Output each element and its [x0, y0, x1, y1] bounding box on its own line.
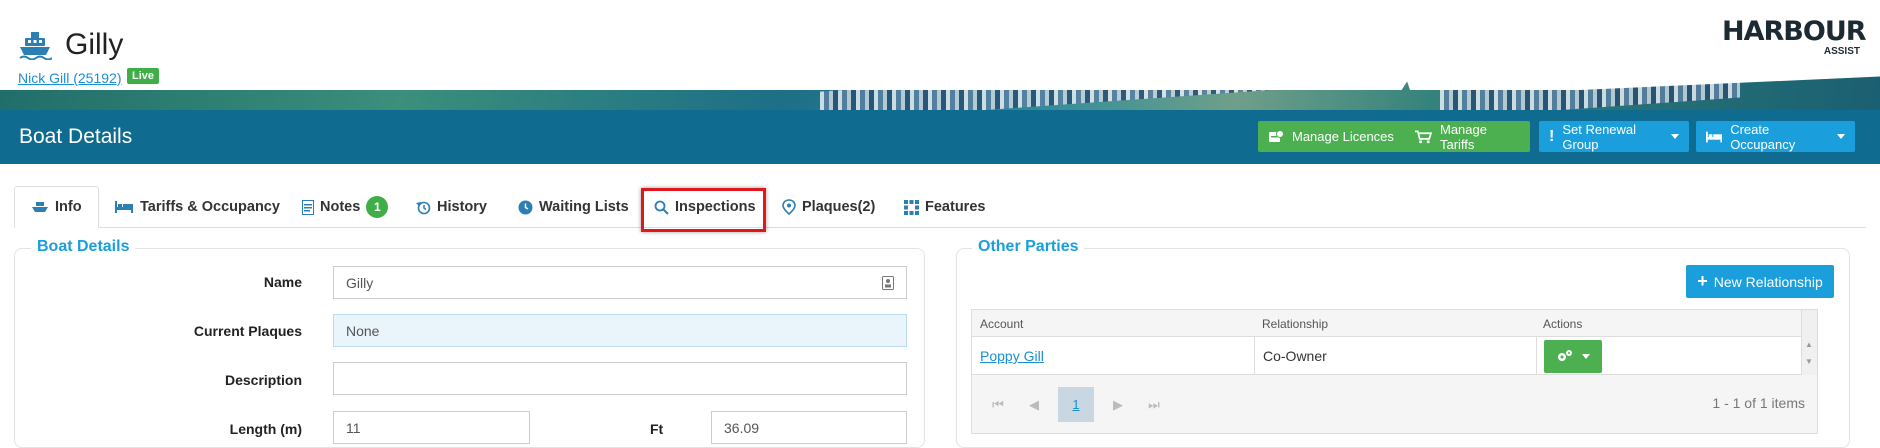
ft-label: Ft: [650, 421, 664, 437]
tab-features[interactable]: Features: [904, 186, 985, 228]
last-page-icon[interactable]: ⏭: [1138, 387, 1170, 422]
name-field[interactable]: Gilly: [333, 266, 907, 299]
status-badge: Live: [127, 68, 160, 84]
boat-icon: [19, 32, 52, 60]
first-page-icon[interactable]: ⏮: [982, 387, 1014, 422]
page-number-button[interactable]: 1: [1058, 387, 1094, 422]
relationship-cell: Co-Owner: [1255, 337, 1537, 375]
table-row: Poppy Gill Co-Owner: [972, 337, 1801, 375]
bed-icon: [115, 201, 133, 213]
pager-info: 1 - 1 of 1 items: [1712, 395, 1805, 411]
note-icon: [302, 199, 314, 215]
bed-icon: [1706, 131, 1723, 142]
owner-account-link[interactable]: Nick Gill (25192): [18, 70, 121, 86]
new-relationship-button[interactable]: + New Relationship: [1686, 265, 1834, 298]
exclamation-icon: !: [1549, 127, 1555, 145]
description-field[interactable]: [333, 362, 907, 395]
chevron-down-icon: [1582, 353, 1590, 359]
contact-card-icon: [882, 276, 894, 290]
grid-pager: ⏮ ◀ 1 ▶ ⏭ 1 - 1 of 1 items: [972, 375, 1817, 433]
tab-bar: Info Tariffs & Occupancy Notes 1 History…: [14, 186, 1866, 228]
gears-icon: [1558, 350, 1572, 361]
column-header-account[interactable]: Account: [980, 317, 1023, 331]
column-header-actions: Actions: [1543, 317, 1583, 331]
length-label: Length (m): [229, 421, 302, 437]
plaque-icon: [782, 199, 796, 215]
column-header-relationship[interactable]: Relationship: [1262, 317, 1328, 331]
name-label: Name: [263, 274, 302, 290]
relationships-grid: Account Relationship Actions Poppy Gill …: [971, 309, 1818, 434]
header-white-area: [0, 0, 1460, 90]
panel-title: Boat Details: [19, 125, 133, 148]
licence-icon: [1269, 129, 1284, 142]
account-link[interactable]: Poppy Gill: [980, 348, 1044, 364]
row-actions-button[interactable]: [1544, 339, 1602, 373]
tab-info[interactable]: Info: [14, 186, 99, 228]
panel-header: Boat Details Manage Licences Manage Tari…: [0, 110, 1880, 164]
prev-page-icon[interactable]: ◀: [1018, 387, 1050, 422]
description-label: Description: [224, 372, 302, 388]
scroll-down-icon[interactable]: ▼: [1805, 357, 1813, 366]
boat-details-legend: Boat Details: [31, 238, 136, 256]
manage-licences-button[interactable]: Manage Licences: [1258, 121, 1408, 152]
boat-icon: [32, 202, 48, 212]
header-banner: [0, 0, 1880, 110]
cart-icon: [1415, 129, 1432, 143]
grid-header: Account Relationship Actions: [972, 310, 1801, 337]
grid-scrollbar[interactable]: ▲ ▼: [1801, 310, 1817, 375]
chevron-down-icon: [1837, 134, 1845, 139]
tab-waiting-lists[interactable]: Waiting Lists: [518, 186, 629, 228]
account-cell: Poppy Gill: [972, 337, 1255, 375]
next-page-icon[interactable]: ▶: [1102, 387, 1134, 422]
length-m-field[interactable]: 11: [333, 411, 530, 444]
other-parties-legend: Other Parties: [972, 238, 1085, 256]
clock-icon: [518, 200, 533, 214]
create-occupancy-button[interactable]: Create Occupancy: [1696, 121, 1855, 152]
grid-icon: [904, 199, 919, 215]
actions-cell: [1537, 337, 1801, 375]
harbour-assist-logo: HARBOUR ASSIST: [1722, 16, 1867, 57]
set-renewal-group-button[interactable]: ! Set Renewal Group: [1539, 121, 1689, 152]
tab-tariffs-occupancy[interactable]: Tariffs & Occupancy: [114, 186, 280, 228]
page-title: Gilly: [65, 28, 124, 61]
scroll-up-icon[interactable]: ▲: [1805, 340, 1813, 349]
current-plaques-label: Current Plaques: [193, 323, 302, 339]
search-icon: [654, 200, 669, 215]
notes-count-badge: 1: [366, 196, 389, 218]
history-icon: [416, 201, 431, 214]
current-plaques-field: None: [333, 314, 907, 347]
plus-icon: +: [1697, 271, 1708, 291]
manage-tariffs-button[interactable]: Manage Tariffs: [1405, 121, 1530, 152]
tab-history[interactable]: History: [416, 186, 487, 228]
tab-notes[interactable]: Notes 1: [302, 186, 389, 228]
tab-inspections[interactable]: Inspections: [654, 186, 756, 228]
length-ft-field[interactable]: 36.09: [711, 411, 907, 444]
tab-plaques[interactable]: Plaques(2): [782, 186, 875, 228]
chevron-down-icon: [1671, 134, 1679, 139]
